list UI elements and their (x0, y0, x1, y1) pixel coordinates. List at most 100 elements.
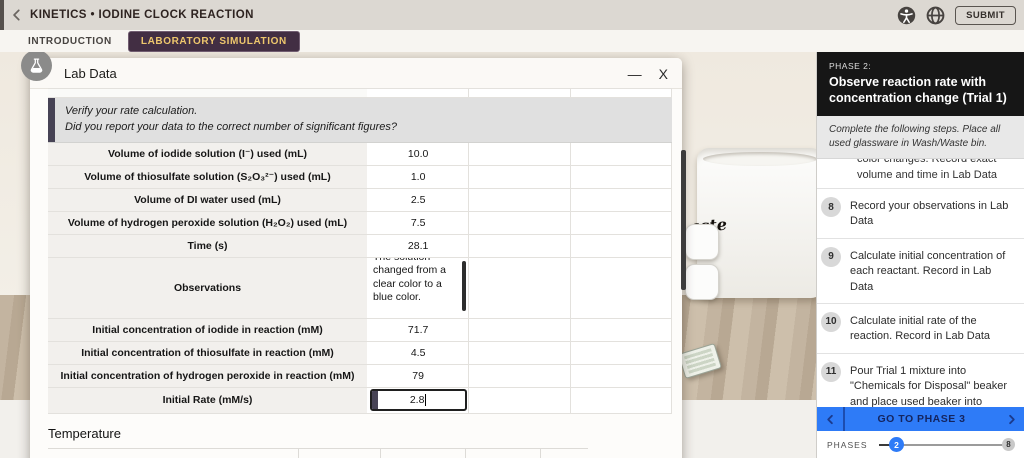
trial2-cell[interactable] (469, 318, 571, 341)
submit-button[interactable]: SUBMIT (955, 5, 1016, 25)
temperature-heading: Temperature (48, 426, 121, 441)
page-title: KINETICS • IODINE CLOCK REACTION (30, 9, 254, 21)
trial3-cell[interactable] (570, 234, 672, 257)
trial2-cell[interactable] (469, 364, 571, 387)
step-item-9: 9 Calculate initial concentration of eac… (817, 239, 1024, 304)
trial1-cell[interactable]: 1.0 (368, 165, 470, 188)
note-line-1: Verify your rate calculation. (65, 105, 198, 117)
sidebar-footer: GO TO PHASE 3 PHASES 2 8 (817, 407, 1024, 458)
phases-label: PHASES (827, 440, 868, 450)
flask-icon (21, 52, 52, 81)
trial1-cell[interactable]: 10.0 (368, 142, 470, 165)
note-line-2: Did you report your data to the correct … (65, 120, 398, 133)
observations-scrollbar[interactable] (462, 260, 467, 311)
scene-tool-button-bottom[interactable] (685, 264, 719, 300)
trial1-cell[interactable]: 79 (368, 364, 470, 387)
trial1-cell: 2.8 (368, 387, 470, 413)
trial2-cell[interactable] (469, 257, 571, 318)
note-text: Verify your rate calculation. Did you re… (55, 98, 407, 142)
phases-progress: PHASES 2 8 (817, 431, 1024, 458)
table-row: Initial concentration of thiosulfate in … (48, 341, 672, 365)
row-label: Initial concentration of hydrogen peroxi… (48, 364, 368, 387)
scene-tool-button-top[interactable] (685, 224, 719, 260)
table-row: Volume of hydrogen peroxide solution (H₂… (48, 211, 672, 235)
initial-rate-row: Initial Rate (mM/s) 2.8 (48, 387, 672, 414)
trial3-cell[interactable] (570, 341, 672, 364)
initial-rate-input[interactable]: 2.8 (369, 389, 467, 412)
trial3-cell[interactable] (570, 165, 672, 188)
minimize-button[interactable]: — (628, 67, 642, 81)
temperature-table-clipped (48, 448, 588, 458)
trial3-cell[interactable] (570, 318, 672, 341)
window-title: Lab Data (64, 65, 117, 81)
step-item-10: 10 Calculate initial rate of the reactio… (817, 304, 1024, 354)
trial1-cell[interactable]: 28.1 (368, 234, 470, 257)
trial1-cell[interactable]: 7.5 (368, 211, 470, 234)
go-to-phase-bar: GO TO PHASE 3 (817, 407, 1024, 431)
trial3-cell[interactable] (570, 188, 672, 211)
observations-text: The solution changed from a clear color … (373, 258, 446, 304)
back-button[interactable] (4, 0, 30, 30)
trial3-cell[interactable] (570, 387, 672, 413)
input-grip (371, 391, 378, 410)
note-accent-bar (48, 98, 55, 142)
trial2-cell[interactable] (469, 234, 571, 257)
step-number: 10 (821, 311, 841, 332)
window-scrollbar[interactable] (681, 150, 686, 290)
window-controls: — X (628, 58, 668, 89)
tabbar: INTRODUCTION LABORATORY SIMULATION (0, 30, 1024, 52)
trial2-cell[interactable] (469, 211, 571, 234)
tab-laboratory-simulation[interactable]: LABORATORY SIMULATION (127, 30, 300, 52)
trial3-cell[interactable] (570, 257, 672, 318)
row-label: Volume of hydrogen peroxide solution (H₂… (48, 211, 368, 234)
step-text: Calculate initial rate of the reaction. … (850, 314, 991, 343)
chevron-left-icon (13, 9, 20, 21)
table-row: Volume of iodide solution (I⁻) used (mL)… (48, 142, 672, 166)
calculator-keys (683, 348, 717, 374)
phase-header: PHASE 2: Observe reaction rate with conc… (817, 52, 1024, 116)
step-number: 8 (821, 197, 841, 217)
trial3-cell[interactable] (570, 364, 672, 387)
trial2-cell[interactable] (469, 341, 571, 364)
accessibility-button[interactable] (897, 6, 916, 25)
next-phase-button[interactable] (998, 407, 1024, 431)
table-row: Initial concentration of iodide in react… (48, 318, 672, 342)
row-label: Time (s) (48, 234, 368, 257)
tab-introduction[interactable]: INTRODUCTION (28, 36, 112, 47)
trial2-cell[interactable] (469, 165, 571, 188)
trial1-cell[interactable]: 4.5 (368, 341, 470, 364)
globe-icon (926, 6, 945, 24)
go-to-phase-button[interactable]: GO TO PHASE 3 (845, 407, 998, 431)
phase-title: Observe reaction rate with concentration… (829, 75, 1007, 105)
language-button[interactable] (926, 6, 945, 25)
trial1-cell[interactable]: 71.7 (368, 318, 470, 341)
trial3-cell[interactable] (570, 211, 672, 234)
step-text: Calculate initial concentration of each … (850, 249, 1006, 293)
step-clipped-text: color changes. Record exact volume and t… (857, 159, 998, 181)
previous-phase-button[interactable] (817, 407, 845, 431)
table-row: Time (s) 28.1 (48, 234, 672, 258)
trial3-cell[interactable] (570, 142, 672, 165)
step-item-clipped: color changes. Record exact volume and t… (817, 159, 1024, 189)
lab-data-window: Lab Data — X Verify your rate calculatio… (21, 52, 682, 458)
app-root: KINETICS • IODINE CLOCK REACTION SUBMIT (0, 0, 1024, 458)
current-phase-badge: 2 (889, 437, 904, 452)
phase-note: Complete the following steps. Place all … (817, 116, 1024, 159)
row-label: Volume of iodide solution (I⁻) used (mL) (48, 142, 368, 165)
trial2-cell[interactable] (469, 142, 571, 165)
table-row: Initial concentration of hydrogen peroxi… (48, 364, 672, 388)
trial2-cell[interactable] (469, 387, 571, 413)
table-row: Volume of DI water used (mL) 2.5 (48, 188, 672, 212)
lab-data-window-header[interactable]: Lab Data — X (21, 52, 682, 89)
step-number: 11 (821, 361, 841, 382)
accessibility-icon (897, 6, 916, 24)
row-label: Initial Rate (mM/s) (48, 387, 368, 413)
close-button[interactable]: X (659, 67, 668, 81)
trial2-cell[interactable] (469, 188, 571, 211)
row-label: Initial concentration of thiosulfate in … (48, 341, 368, 364)
step-text: Record your observations in Lab Data (850, 200, 1009, 228)
observations-row: Observations The solution changed from a… (48, 257, 672, 319)
observations-trial1-cell[interactable]: The solution changed from a clear color … (368, 257, 470, 318)
window-edge-strip (0, 0, 4, 30)
trial1-cell[interactable]: 2.5 (368, 188, 470, 211)
